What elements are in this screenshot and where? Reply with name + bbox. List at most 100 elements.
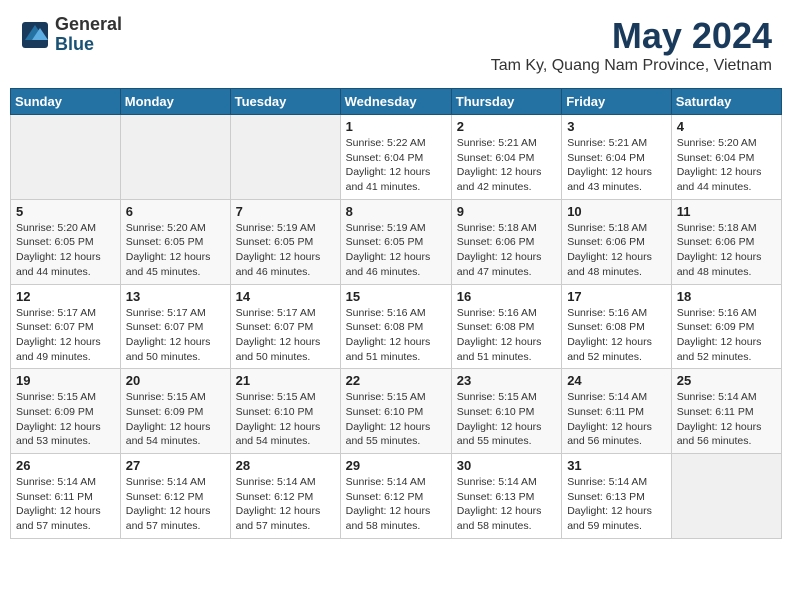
logo-blue-text: Blue: [55, 35, 122, 55]
day-info: Sunrise: 5:21 AM Sunset: 6:04 PM Dayligh…: [567, 136, 666, 195]
calendar-cell: 4 Sunrise: 5:20 AM Sunset: 6:04 PM Daylig…: [671, 115, 781, 200]
calendar-table: SundayMondayTuesdayWednesdayThursdayFrid…: [10, 88, 782, 539]
calendar-cell: 7Sunrise: 5:19 AM Sunset: 6:05 PM Daylig…: [230, 199, 340, 284]
day-number: 10: [567, 204, 666, 219]
day-header-saturday: Saturday: [671, 89, 781, 115]
day-info: Sunrise: 5:14 AM Sunset: 6:12 PM Dayligh…: [126, 475, 225, 534]
day-header-monday: Monday: [120, 89, 230, 115]
day-number: 28: [236, 458, 335, 473]
calendar-cell: 10 Sunrise: 5:18 AM Sunset: 6:06 PM Dayli…: [562, 199, 672, 284]
day-info: Sunrise: 5:16 AM Sunset: 6:08 PM Dayligh…: [346, 306, 446, 365]
calendar-week-5: 26 Sunrise: 5:14 AM Sunset: 6:11 PM Dayli…: [11, 454, 782, 539]
day-info: Sunrise: 5:20 AM Sunset: 6:05 PM Dayligh…: [16, 221, 115, 280]
day-number: 8: [346, 204, 446, 219]
day-number: 31: [567, 458, 666, 473]
calendar-cell: 16Sunrise: 5:16 AM Sunset: 6:08 PM Dayli…: [451, 284, 561, 369]
day-number: 23: [457, 373, 556, 388]
day-info: Sunrise: 5:18 AM Sunset: 6:06 PM Dayligh…: [567, 221, 666, 280]
calendar-cell: 26 Sunrise: 5:14 AM Sunset: 6:11 PM Dayli…: [11, 454, 121, 539]
day-number: 18: [677, 289, 776, 304]
calendar-cell: 14 Sunrise: 5:17 AM Sunset: 6:07 PM Dayli…: [230, 284, 340, 369]
day-info: Sunrise: 5:17 AM Sunset: 6:07 PM Dayligh…: [236, 306, 335, 365]
calendar-cell: 30 Sunrise: 5:14 AM Sunset: 6:13 PM Dayli…: [451, 454, 561, 539]
day-info: Sunrise: 5:17 AM Sunset: 6:07 PM Dayligh…: [16, 306, 115, 365]
day-info: Sunrise: 5:15 AM Sunset: 6:10 PM Dayligh…: [346, 390, 446, 449]
calendar-cell: 25 Sunrise: 5:14 AM Sunset: 6:11 PM Dayli…: [671, 369, 781, 454]
calendar-cell: 19 Sunrise: 5:15 AM Sunset: 6:09 PM Dayli…: [11, 369, 121, 454]
day-info: Sunrise: 5:17 AM Sunset: 6:07 PM Dayligh…: [126, 306, 225, 365]
calendar-cell: 27 Sunrise: 5:14 AM Sunset: 6:12 PM Dayli…: [120, 454, 230, 539]
day-info: Sunrise: 5:15 AM Sunset: 6:09 PM Dayligh…: [16, 390, 115, 449]
day-number: 7: [236, 204, 335, 219]
calendar-cell: 18 Sunrise: 5:16 AM Sunset: 6:09 PM Dayli…: [671, 284, 781, 369]
day-number: 5: [16, 204, 115, 219]
day-number: 17: [567, 289, 666, 304]
day-number: 26: [16, 458, 115, 473]
day-number: 29: [346, 458, 446, 473]
day-info: Sunrise: 5:18 AM Sunset: 6:06 PM Dayligh…: [457, 221, 556, 280]
day-info: Sunrise: 5:14 AM Sunset: 6:11 PM Dayligh…: [567, 390, 666, 449]
calendar-cell: 31 Sunrise: 5:14 AM Sunset: 6:13 PM Dayli…: [562, 454, 672, 539]
day-info: Sunrise: 5:22 AM Sunset: 6:04 PM Dayligh…: [346, 136, 446, 195]
day-number: 12: [16, 289, 115, 304]
day-info: Sunrise: 5:16 AM Sunset: 6:08 PM Dayligh…: [567, 306, 666, 365]
day-number: 30: [457, 458, 556, 473]
calendar-cell: 3Sunrise: 5:21 AM Sunset: 6:04 PM Daylig…: [562, 115, 672, 200]
calendar-cell: 29 Sunrise: 5:14 AM Sunset: 6:12 PM Dayli…: [340, 454, 451, 539]
day-info: Sunrise: 5:19 AM Sunset: 6:05 PM Dayligh…: [346, 221, 446, 280]
calendar-cell: 17 Sunrise: 5:16 AM Sunset: 6:08 PM Dayli…: [562, 284, 672, 369]
calendar-cell: 28 Sunrise: 5:14 AM Sunset: 6:12 PM Dayli…: [230, 454, 340, 539]
calendar-cell: 13 Sunrise: 5:17 AM Sunset: 6:07 PM Dayli…: [120, 284, 230, 369]
logo-icon: [20, 20, 50, 50]
day-number: 25: [677, 373, 776, 388]
day-info: Sunrise: 5:14 AM Sunset: 6:13 PM Dayligh…: [457, 475, 556, 534]
day-number: 13: [126, 289, 225, 304]
calendar-cell: 11Sunrise: 5:18 AM Sunset: 6:06 PM Dayli…: [671, 199, 781, 284]
day-number: 11: [677, 204, 776, 219]
calendar-cell: 15 Sunrise: 5:16 AM Sunset: 6:08 PM Dayli…: [340, 284, 451, 369]
title-area: May 2024 Tam Ky, Quang Nam Province, Vie…: [491, 15, 772, 75]
day-number: 24: [567, 373, 666, 388]
day-number: 15: [346, 289, 446, 304]
logo-general-text: General: [55, 15, 122, 35]
calendar-cell: 2 Sunrise: 5:21 AM Sunset: 6:04 PM Daylig…: [451, 115, 561, 200]
day-number: 4: [677, 119, 776, 134]
day-info: Sunrise: 5:14 AM Sunset: 6:12 PM Dayligh…: [236, 475, 335, 534]
calendar-cell: [230, 115, 340, 200]
day-info: Sunrise: 5:21 AM Sunset: 6:04 PM Dayligh…: [457, 136, 556, 195]
day-number: 27: [126, 458, 225, 473]
calendar-cell: [671, 454, 781, 539]
day-info: Sunrise: 5:20 AM Sunset: 6:05 PM Dayligh…: [126, 221, 225, 280]
day-info: Sunrise: 5:20 AM Sunset: 6:04 PM Dayligh…: [677, 136, 776, 195]
calendar-cell: [11, 115, 121, 200]
calendar-cell: 21Sunrise: 5:15 AM Sunset: 6:10 PM Dayli…: [230, 369, 340, 454]
day-number: 14: [236, 289, 335, 304]
day-number: 22: [346, 373, 446, 388]
day-info: Sunrise: 5:16 AM Sunset: 6:09 PM Dayligh…: [677, 306, 776, 365]
calendar-header-row: SundayMondayTuesdayWednesdayThursdayFrid…: [11, 89, 782, 115]
day-info: Sunrise: 5:14 AM Sunset: 6:11 PM Dayligh…: [677, 390, 776, 449]
calendar-cell: [120, 115, 230, 200]
day-header-friday: Friday: [562, 89, 672, 115]
calendar-cell: 12 Sunrise: 5:17 AM Sunset: 6:07 PM Dayli…: [11, 284, 121, 369]
header: General Blue May 2024 Tam Ky, Quang Nam …: [10, 10, 782, 80]
day-header-tuesday: Tuesday: [230, 89, 340, 115]
calendar-cell: 23Sunrise: 5:15 AM Sunset: 6:10 PM Dayli…: [451, 369, 561, 454]
calendar-cell: 6Sunrise: 5:20 AM Sunset: 6:05 PM Daylig…: [120, 199, 230, 284]
month-title: May 2024: [491, 15, 772, 57]
calendar-week-3: 12 Sunrise: 5:17 AM Sunset: 6:07 PM Dayli…: [11, 284, 782, 369]
day-number: 19: [16, 373, 115, 388]
calendar-cell: 8 Sunrise: 5:19 AM Sunset: 6:05 PM Daylig…: [340, 199, 451, 284]
day-info: Sunrise: 5:14 AM Sunset: 6:11 PM Dayligh…: [16, 475, 115, 534]
calendar-body: 1Sunrise: 5:22 AM Sunset: 6:04 PM Daylig…: [11, 115, 782, 539]
day-number: 2: [457, 119, 556, 134]
calendar-cell: 20Sunrise: 5:15 AM Sunset: 6:09 PM Dayli…: [120, 369, 230, 454]
day-info: Sunrise: 5:15 AM Sunset: 6:09 PM Dayligh…: [126, 390, 225, 449]
day-info: Sunrise: 5:14 AM Sunset: 6:13 PM Dayligh…: [567, 475, 666, 534]
calendar-cell: 22 Sunrise: 5:15 AM Sunset: 6:10 PM Dayli…: [340, 369, 451, 454]
day-info: Sunrise: 5:14 AM Sunset: 6:12 PM Dayligh…: [346, 475, 446, 534]
calendar-cell: 1Sunrise: 5:22 AM Sunset: 6:04 PM Daylig…: [340, 115, 451, 200]
day-number: 16: [457, 289, 556, 304]
day-header-sunday: Sunday: [11, 89, 121, 115]
logo: General Blue: [20, 15, 122, 55]
